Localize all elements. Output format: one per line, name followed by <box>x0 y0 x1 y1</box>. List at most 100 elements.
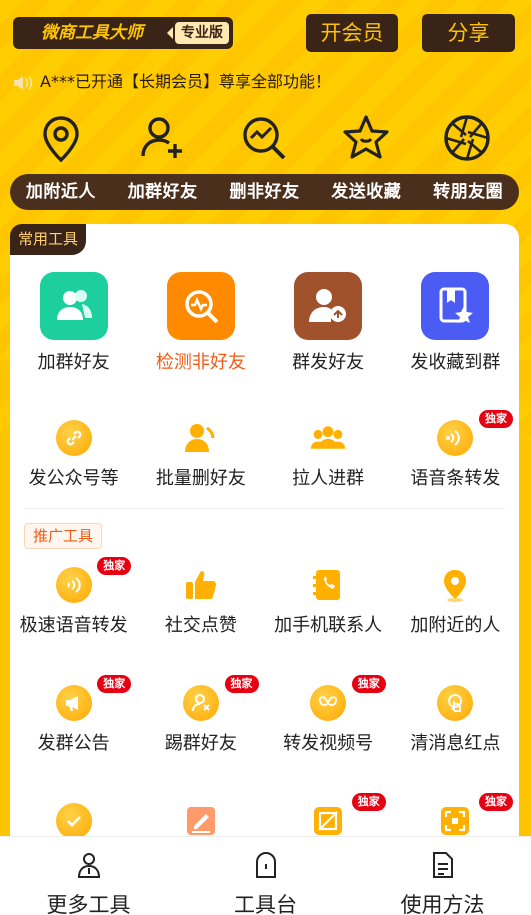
contact-book-icon <box>310 567 346 603</box>
exclusive-badge: 独家 <box>351 793 386 811</box>
notice-marquee: A***已开通【长期会员】尊享全部功能！ <box>12 70 331 94</box>
tool-add-group-friends[interactable]: 加群好友 <box>10 272 137 374</box>
promo-tools-row: 独家 极速语音转发 社交点赞 加手机联系人 加附近的人 <box>10 557 519 637</box>
aperture-icon[interactable] <box>441 112 493 164</box>
user-share-icon <box>294 272 363 340</box>
check-circle-icon <box>55 803 92 839</box>
tool-clear-red-dots[interactable]: 清消息红点 <box>392 685 519 755</box>
tab-label: 工具台 <box>234 893 297 915</box>
desk-icon <box>255 852 276 878</box>
scan-frame-icon <box>437 803 473 839</box>
tool-group-announcement[interactable]: 独家 发群公告 <box>10 675 137 755</box>
tool-label: 清消息红点 <box>410 733 501 754</box>
tool-kick-group-members[interactable]: 独家 踢群好友 <box>137 675 264 755</box>
edit-note-icon <box>183 803 219 839</box>
tool-item[interactable]: 独家 <box>392 793 519 839</box>
user-remove-icon <box>183 420 219 456</box>
exclusive-badge: 独家 <box>224 675 259 693</box>
feature-icons <box>0 112 531 164</box>
promo-tools-row: 独家 独家 <box>10 793 519 839</box>
tool-label: 语音条转发 <box>410 468 501 489</box>
tab-label: 更多工具 <box>46 893 131 915</box>
tool-label: 拉人进群 <box>292 468 365 489</box>
tool-send-favorites-to-group[interactable]: 发收藏到群 <box>392 272 519 374</box>
tool-forward-channel-video[interactable]: 独家 转发视频号 <box>265 675 392 755</box>
tool-social-like[interactable]: 社交点赞 <box>137 567 264 637</box>
feature-nearby[interactable]: 加附近人 <box>10 174 112 210</box>
tool-batch-delete-friends[interactable]: 批量删好友 <box>137 420 264 490</box>
tool-add-nearby-people[interactable]: 加附近的人 <box>392 567 519 637</box>
tool-label: 踢群好友 <box>164 733 237 754</box>
search-chart-icon[interactable] <box>238 112 290 164</box>
brand-name: 微商工具大师 <box>41 23 143 43</box>
exclusive-badge: 独家 <box>351 675 386 693</box>
feature-bar: 加附近人 加群好友 删非好友 发送收藏 转朋友圈 <box>10 174 519 210</box>
exclusive-badge: 独家 <box>97 675 132 693</box>
tool-label: 检测非好友 <box>155 352 246 373</box>
add-user-icon[interactable] <box>137 112 189 164</box>
tab-label: 使用方法 <box>400 893 485 915</box>
star-icon[interactable] <box>340 112 392 164</box>
voice-wave-icon <box>55 567 92 603</box>
promo-tools-tag: 推广工具 <box>24 523 103 549</box>
tool-label: 发收藏到群 <box>410 352 501 373</box>
tool-label: 群发好友 <box>292 352 365 373</box>
no-image-icon <box>310 803 346 839</box>
tools-card: 常用工具 加群好友 检测非好友 群发好友 发收藏到群 发公众号等 批量删好友 拉… <box>10 224 519 915</box>
document-icon <box>432 852 453 878</box>
tool-label: 加群好友 <box>37 352 110 373</box>
speaker-icon <box>14 75 33 90</box>
secondary-tools-row: 发公众号等 批量删好友 拉人进群 独家 语音条转发 <box>10 410 519 490</box>
tool-label: 社交点赞 <box>164 615 237 636</box>
map-pin-icon <box>437 567 473 603</box>
common-tools-tag: 常用工具 <box>10 224 87 255</box>
tool-fast-voice-forward[interactable]: 独家 极速语音转发 <box>10 557 137 637</box>
feature-delete-non-friends[interactable]: 删非好友 <box>214 174 316 210</box>
tool-voice-forward[interactable]: 独家 语音条转发 <box>392 410 519 490</box>
vip-button[interactable]: 开会员 <box>306 14 398 52</box>
voice-forward-icon <box>437 420 474 456</box>
megaphone-icon <box>55 685 92 721</box>
primary-tools-row: 加群好友 检测非好友 群发好友 发收藏到群 <box>10 272 519 374</box>
link-icon <box>55 420 92 456</box>
tab-more-tools[interactable]: 更多工具 <box>0 837 177 915</box>
tool-label: 加手机联系人 <box>274 615 383 636</box>
tool-label: 发群公告 <box>37 733 110 754</box>
group-users-icon <box>39 272 108 340</box>
feature-send-favorites[interactable]: 发送收藏 <box>315 174 417 210</box>
exclusive-badge: 独家 <box>97 557 132 575</box>
feature-moments[interactable]: 转朋友圈 <box>417 174 519 210</box>
exclusive-badge: 独家 <box>479 410 513 428</box>
location-pin-icon[interactable] <box>35 112 87 164</box>
tool-item[interactable] <box>137 803 264 839</box>
tab-how-to-use[interactable]: 使用方法 <box>354 837 531 915</box>
detect-search-icon <box>166 272 235 340</box>
section-divider <box>24 508 505 509</box>
team-icon <box>310 420 346 456</box>
promo-tools-row: 独家 发群公告 独家 踢群好友 独家 转发视频号 清消息红点 <box>10 675 519 755</box>
tool-detect-non-friends[interactable]: 检测非好友 <box>137 272 264 374</box>
thumbs-up-icon <box>183 567 219 603</box>
tap-icon <box>437 685 474 721</box>
brand-badge: 专业版 <box>167 22 229 44</box>
share-button[interactable]: 分享 <box>422 14 515 52</box>
tool-official-accounts[interactable]: 发公众号等 <box>10 420 137 490</box>
kick-user-icon <box>182 685 219 721</box>
tool-item[interactable]: 独家 <box>265 793 392 839</box>
tool-label: 加附近的人 <box>410 615 501 636</box>
tool-item[interactable] <box>10 803 137 839</box>
tab-workbench[interactable]: 工具台 <box>177 837 354 915</box>
brand-logo: 微商工具大师 专业版 <box>13 17 233 49</box>
tool-label: 转发视频号 <box>283 733 374 754</box>
bookmark-star-icon <box>421 272 490 340</box>
tool-label: 发公众号等 <box>28 468 119 489</box>
butterfly-icon <box>310 685 347 721</box>
tool-add-phone-contacts[interactable]: 加手机联系人 <box>265 567 392 637</box>
person-tools-icon <box>77 853 100 878</box>
notice-text: A***已开通【长期会员】尊享全部功能！ <box>40 72 331 91</box>
tool-label: 批量删好友 <box>155 468 246 489</box>
tool-pull-into-group[interactable]: 拉人进群 <box>265 420 392 490</box>
feature-add-group-friends[interactable]: 加群好友 <box>112 174 214 210</box>
tool-broadcast-friends[interactable]: 群发好友 <box>265 272 392 374</box>
tool-label: 极速语音转发 <box>19 615 128 636</box>
